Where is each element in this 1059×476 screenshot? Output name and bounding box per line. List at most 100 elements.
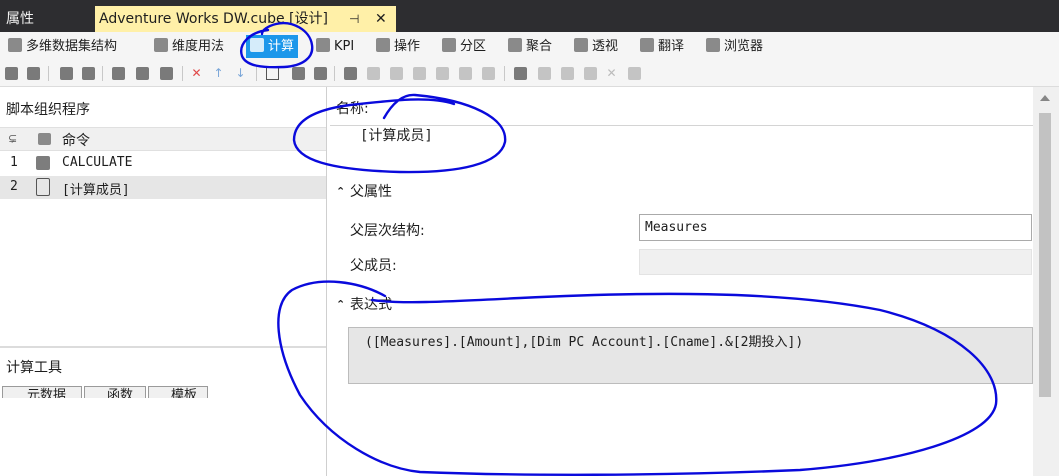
collapse-parent-icon[interactable]: ⌃	[336, 185, 345, 198]
browser-icon	[706, 38, 720, 52]
calculation-tools-tabs: 元数据 函数 模板	[0, 386, 326, 398]
wrench-icon[interactable]	[628, 67, 641, 80]
dimension-usage-icon	[154, 38, 168, 52]
new-script-icon[interactable]	[5, 67, 18, 80]
script-organizer-pane: 脚本组织程序 ⊊ 命令 1 CALCULATE 2 [计算成员] 计算工具 元数…	[0, 87, 327, 476]
comment-icon[interactable]	[413, 67, 426, 80]
tab-label: 维度用法	[172, 39, 225, 54]
collapse-expression-icon[interactable]: ⌃	[336, 298, 345, 311]
script-command-row[interactable]: 1 CALCULATE	[0, 152, 326, 175]
tab-label: 多维数据集结构	[26, 39, 118, 54]
properties-tab[interactable]: 属性	[0, 6, 92, 32]
calculated-member-icon	[36, 178, 50, 196]
move-up-icon[interactable]: ↑	[212, 67, 225, 80]
scrollbar-thumb[interactable]	[1039, 113, 1051, 397]
partitions-icon	[442, 38, 456, 52]
tab-perspectives[interactable]: 透视	[574, 35, 618, 58]
tab-translations[interactable]: 翻译	[640, 35, 684, 58]
row-number: 1	[10, 155, 18, 170]
parent-properties-heading: 父属性	[350, 184, 392, 200]
download-icon[interactable]	[584, 67, 597, 80]
tab-functions[interactable]: 函数	[84, 386, 146, 398]
expression-editor[interactable]: ([Measures].[Amount],[Dim PC Account].[C…	[348, 327, 1033, 384]
calculations-icon	[250, 38, 264, 52]
row-number: 2	[10, 179, 18, 194]
vertical-scrollbar[interactable]	[1033, 87, 1059, 476]
move-down-icon[interactable]: ↓	[234, 67, 247, 80]
tab-aggregations[interactable]: 聚合	[508, 35, 552, 58]
new-named-set-icon[interactable]	[60, 67, 73, 80]
indent-icon[interactable]	[482, 67, 495, 80]
row-command-text: [计算成员]	[62, 183, 130, 198]
tab-label: 翻译	[658, 39, 685, 54]
new-calculated-member-icon[interactable]	[82, 67, 95, 80]
name-divider	[330, 125, 1033, 126]
tab-label: 操作	[394, 39, 421, 54]
command-header-label: 命令	[62, 133, 90, 149]
cube-structure-icon	[8, 38, 22, 52]
name-field[interactable]: [计算成员]	[360, 125, 433, 145]
toolbar-separator	[102, 66, 103, 81]
tab-kpi[interactable]: KPI	[316, 35, 354, 58]
uncomment-icon[interactable]	[436, 67, 449, 80]
toolbar-separator	[48, 66, 49, 81]
toolbar-separator	[182, 66, 183, 81]
settings-wrench-icon[interactable]	[314, 67, 327, 80]
tab-label: 函数	[107, 388, 134, 398]
tab-templates[interactable]: 模板	[148, 386, 208, 398]
scroll-up-icon[interactable]	[1040, 95, 1050, 101]
toggle-breakpoint-icon[interactable]	[266, 67, 279, 80]
document-tab[interactable]: Adventure Works DW.cube [设计] ⊣ ✕	[95, 6, 396, 32]
format-icon[interactable]	[390, 67, 403, 80]
parent-member-label: 父成员:	[350, 258, 397, 274]
toolbar-separator	[334, 66, 335, 81]
row-command-text: CALCULATE	[62, 155, 133, 170]
document-tab-strip: 属性 Adventure Works DW.cube [设计] ⊣ ✕	[0, 0, 1059, 32]
table-icon[interactable]	[561, 67, 574, 80]
tab-label: 聚合	[526, 39, 553, 54]
tab-metadata[interactable]: 元数据	[2, 386, 82, 398]
refresh-icon[interactable]	[27, 67, 40, 80]
pin-icon[interactable]: ⊣	[349, 6, 359, 32]
script-command-row-selected[interactable]: 2 [计算成员]	[0, 176, 326, 199]
parent-member-field	[639, 249, 1032, 275]
tab-cube-structure[interactable]: 多维数据集结构	[8, 35, 117, 58]
parent-hierarchy-label: 父层次结构:	[350, 223, 425, 239]
calc-properties-icon[interactable]	[514, 67, 527, 80]
tab-label: 浏览器	[724, 39, 764, 54]
calculation-tools-title: 计算工具	[6, 360, 62, 376]
remove-icon[interactable]: ✕	[605, 67, 618, 80]
spelling-icon[interactable]	[344, 67, 357, 80]
tab-label: 模板	[171, 388, 198, 398]
sort-icon[interactable]: ⊊	[8, 132, 17, 145]
show-all-icon[interactable]	[160, 67, 173, 80]
pane-splitter[interactable]	[0, 346, 326, 348]
tab-label: 透视	[592, 39, 619, 54]
script-view-icon[interactable]	[112, 67, 125, 80]
close-icon[interactable]: ✕	[375, 6, 387, 32]
tab-partitions[interactable]: 分区	[442, 35, 486, 58]
expression-heading: 表达式	[350, 297, 392, 313]
tab-actions[interactable]: 操作	[376, 35, 420, 58]
kpi-icon	[316, 38, 330, 52]
form-view-icon[interactable]	[136, 67, 149, 80]
tab-browser[interactable]: 浏览器	[706, 35, 763, 58]
designer-toolbar: ✕ ↑ ↓ ✕	[0, 62, 1059, 87]
tab-label: 元数据	[27, 388, 67, 398]
tab-label: 计算	[268, 39, 295, 54]
designer-tab-bar: 多维数据集结构 维度用法 计算 KPI 操作 分区 聚合 透视 翻译 浏览器	[0, 32, 1059, 62]
parent-hierarchy-dropdown[interactable]: Measures	[639, 214, 1032, 241]
delete-icon[interactable]: ✕	[190, 67, 203, 80]
font-icon[interactable]	[367, 67, 380, 80]
actions-icon	[376, 38, 390, 52]
edit-icon[interactable]	[292, 67, 305, 80]
calculation-form-pane: 名称: [计算成员] ⌃ 父属性 父层次结构: Measures 父成员: ⌃ …	[330, 87, 1059, 476]
grid-icon[interactable]	[538, 67, 551, 80]
tab-dimension-usage[interactable]: 维度用法	[154, 35, 224, 58]
tab-label: 分区	[460, 39, 487, 54]
calculate-icon	[36, 156, 50, 170]
aggregations-icon	[508, 38, 522, 52]
tab-calculations[interactable]: 计算	[246, 35, 299, 58]
document-tab-title: Adventure Works DW.cube [设计]	[99, 11, 328, 27]
outdent-icon[interactable]	[459, 67, 472, 80]
